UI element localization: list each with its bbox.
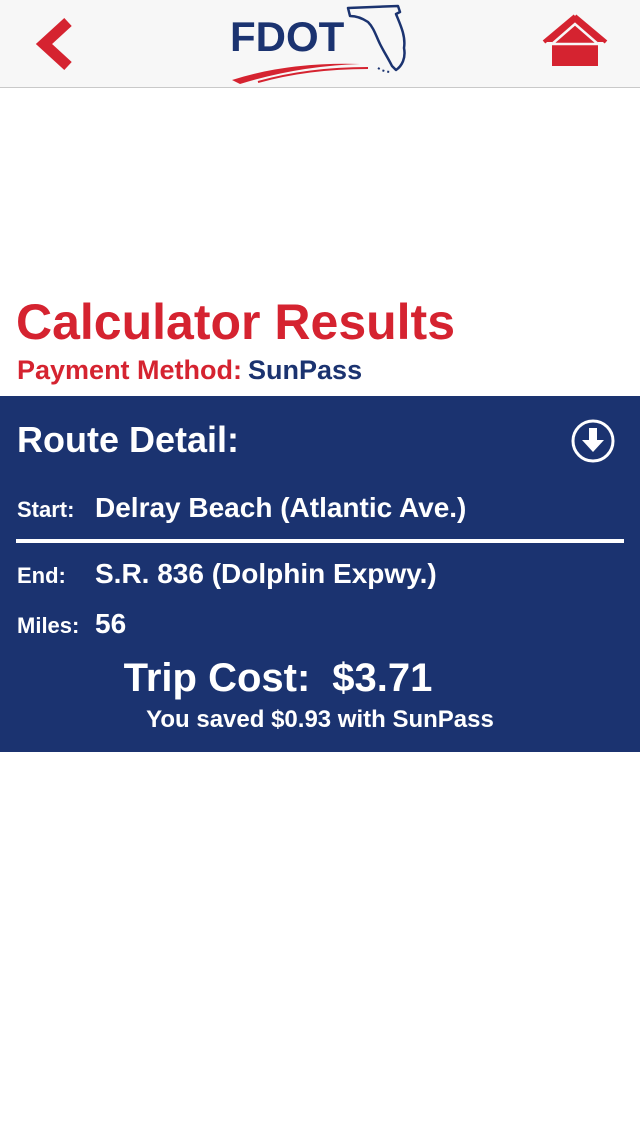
fdot-logo: FDOT xyxy=(228,2,412,86)
calculator-results-screen: FDOT Calculator Results Payment Method: S… xyxy=(0,0,640,1136)
end-row: End: S.R. 836 (Dolphin Expwy.) xyxy=(17,557,437,596)
chevron-left-icon xyxy=(35,17,72,71)
end-label: End: xyxy=(17,563,66,588)
download-circle-icon xyxy=(571,419,615,463)
trip-cost-label: Trip Cost: xyxy=(123,656,311,700)
payment-method-label: Payment Method: xyxy=(17,355,243,385)
payment-method-row: Payment Method: SunPass xyxy=(17,352,362,388)
end-value: S.R. 836 (Dolphin Expwy.) xyxy=(95,558,437,589)
home-icon xyxy=(542,14,608,66)
back-button[interactable] xyxy=(26,14,86,74)
start-row: Start: Delray Beach (Atlantic Ave.) xyxy=(17,491,466,530)
miles-label: Miles: xyxy=(17,613,80,638)
payment-method-value: SunPass xyxy=(248,355,363,385)
trip-cost-value: $3.71 xyxy=(332,656,433,700)
home-button[interactable] xyxy=(540,12,610,72)
trip-cost: Trip Cost: $3.71 xyxy=(0,654,556,702)
download-button[interactable] xyxy=(570,418,616,464)
start-value: Delray Beach (Atlantic Ave.) xyxy=(95,492,467,523)
route-divider xyxy=(16,539,624,543)
logo-text: FDOT xyxy=(230,13,345,60)
nav-bar: FDOT xyxy=(0,0,640,88)
start-label: Start: xyxy=(17,497,75,522)
route-detail-heading: Route Detail: xyxy=(17,419,240,460)
savings-text: You saved $0.93 with SunPass xyxy=(146,706,494,733)
miles-value: 56 xyxy=(95,608,127,639)
miles-row: Miles: 56 xyxy=(17,607,126,646)
route-detail-panel: Route Detail: Start: Delray Beach (Atlant… xyxy=(0,396,640,752)
page-title: Calculator Results xyxy=(16,294,456,350)
